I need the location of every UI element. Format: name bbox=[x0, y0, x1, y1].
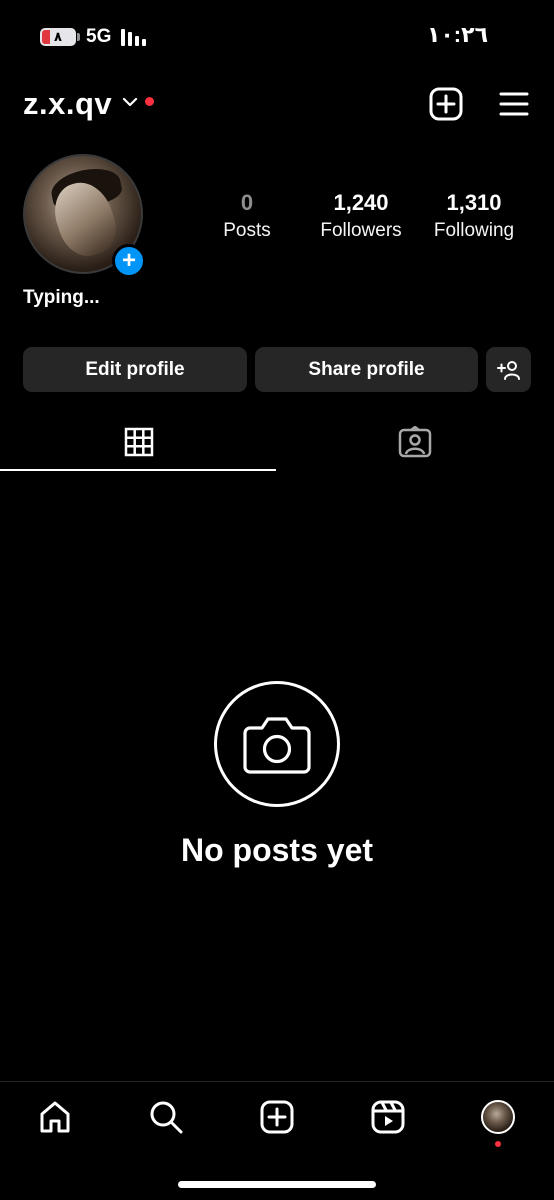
hamburger-menu-icon bbox=[499, 92, 529, 116]
followers-count: 1,240 bbox=[333, 190, 389, 215]
following-stat[interactable]: 1,310 Following bbox=[421, 190, 527, 242]
followers-stat[interactable]: 1,240 Followers bbox=[306, 190, 416, 242]
tagged-icon bbox=[398, 426, 432, 458]
following-count: 1,310 bbox=[446, 190, 502, 215]
active-tab-indicator bbox=[0, 469, 276, 471]
clock: ١٠:٢٦ bbox=[426, 22, 488, 47]
tab-tagged[interactable] bbox=[397, 424, 433, 460]
battery-level bbox=[42, 30, 50, 44]
battery-percentage: ٨ bbox=[54, 29, 62, 44]
account-notification-dot bbox=[145, 97, 154, 106]
plus-square-icon bbox=[429, 87, 463, 121]
add-person-icon bbox=[496, 360, 520, 380]
edit-profile-button[interactable]: Edit profile bbox=[23, 347, 247, 392]
camera-icon bbox=[243, 717, 311, 774]
battery-indicator: ٨ bbox=[40, 28, 76, 46]
nav-divider bbox=[0, 1081, 554, 1082]
menu-button[interactable] bbox=[494, 84, 534, 124]
account-username[interactable]: z.x.qv bbox=[23, 86, 112, 122]
share-profile-button[interactable]: Share profile bbox=[255, 347, 478, 392]
nav-create[interactable] bbox=[255, 1095, 299, 1139]
empty-state-text: No posts yet bbox=[180, 832, 374, 868]
profile-note[interactable]: Typing... bbox=[23, 287, 100, 309]
plus-icon: + bbox=[121, 247, 136, 274]
battery-tip bbox=[77, 33, 80, 41]
nav-profile-notification-dot bbox=[495, 1141, 501, 1147]
nav-profile[interactable] bbox=[476, 1095, 520, 1139]
tab-posts-grid[interactable] bbox=[121, 424, 157, 460]
posts-label: Posts bbox=[223, 220, 271, 241]
posts-count: 0 bbox=[240, 190, 254, 215]
nav-search[interactable] bbox=[144, 1095, 188, 1139]
empty-state-camera bbox=[214, 681, 340, 807]
following-label: Following bbox=[433, 220, 515, 241]
chevron-down-icon[interactable] bbox=[122, 96, 138, 108]
followers-label: Followers bbox=[320, 220, 402, 241]
network-type: 5G bbox=[86, 26, 112, 47]
create-button[interactable] bbox=[426, 84, 466, 124]
nav-home[interactable] bbox=[33, 1095, 77, 1139]
create-icon bbox=[260, 1100, 294, 1134]
grid-icon bbox=[124, 427, 154, 457]
nav-reels[interactable] bbox=[366, 1095, 410, 1139]
profile-avatar bbox=[481, 1100, 515, 1134]
discover-people-button[interactable] bbox=[486, 347, 531, 392]
home-icon bbox=[40, 1101, 70, 1133]
home-indicator[interactable] bbox=[178, 1181, 376, 1188]
reels-icon bbox=[371, 1100, 405, 1134]
add-story-button[interactable]: + bbox=[112, 244, 146, 278]
signal-bars-icon bbox=[121, 28, 146, 46]
posts-stat: 0 Posts bbox=[207, 190, 287, 242]
search-icon bbox=[150, 1101, 183, 1134]
